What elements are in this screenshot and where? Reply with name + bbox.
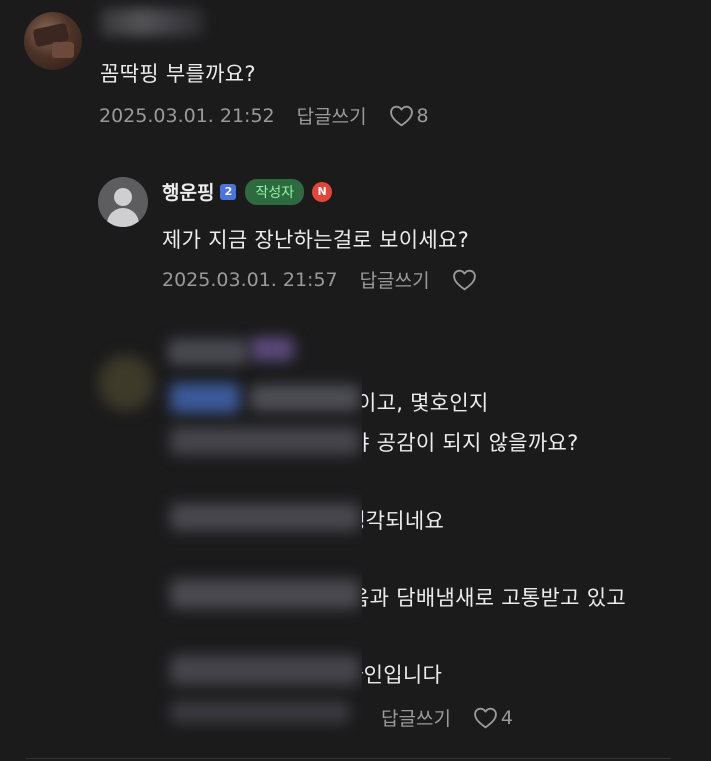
reply-button[interactable]: 답글쓰기 (360, 266, 430, 293)
new-badge: N (312, 181, 333, 202)
comment-date: 2025.03.01. 21:57 (162, 268, 338, 291)
heart-outline-icon (389, 105, 413, 127)
like-button[interactable]: 4 (473, 706, 513, 729)
reply-button[interactable]: 답글쓰기 (381, 704, 451, 731)
comment-text-line: 야 공감이 되지 않을까요? (350, 431, 579, 455)
comment-text-line: .이고, 몇호인지 (350, 391, 489, 415)
author-row: 행운핑 2 작성자 N (162, 178, 333, 205)
writer-badge: 작성자 (245, 178, 305, 205)
like-count: 8 (416, 104, 429, 127)
avatar[interactable] (24, 12, 82, 70)
blurred-content (90, 325, 362, 735)
like-button[interactable] (452, 268, 480, 291)
comment-meta: 2025.03.01. 21:52 답글쓰기 8 (99, 102, 429, 129)
default-avatar-icon[interactable] (98, 177, 148, 227)
like-count: 4 (500, 706, 514, 729)
comment-text-line: 음과 담배냄새로 고통받고 있고 (350, 586, 626, 610)
blurred-author-name (100, 8, 204, 36)
comment-meta: 답글쓰기 4 (381, 704, 513, 731)
comment-text: 제가 지금 장난하는걸로 보이세요? (162, 228, 470, 252)
divider (26, 758, 671, 759)
comment-thread: 꼼딱핑 부를까요? 2025.03.01. 21:52 답글쓰기 8 행운핑 2… (0, 0, 711, 761)
heart-outline-icon (452, 269, 476, 291)
like-button[interactable]: 8 (389, 104, 429, 127)
reply-button[interactable]: 답글쓰기 (297, 102, 367, 129)
comment-text: 꼼딱핑 부를까요? (100, 62, 256, 86)
comment-meta: 2025.03.01. 21:57 답글쓰기 (162, 266, 480, 293)
level-badge: 2 (220, 183, 237, 200)
author-name[interactable]: 행운핑 (162, 178, 214, 205)
comment-date: 2025.03.01. 21:52 (99, 104, 275, 127)
heart-outline-icon (474, 707, 497, 729)
